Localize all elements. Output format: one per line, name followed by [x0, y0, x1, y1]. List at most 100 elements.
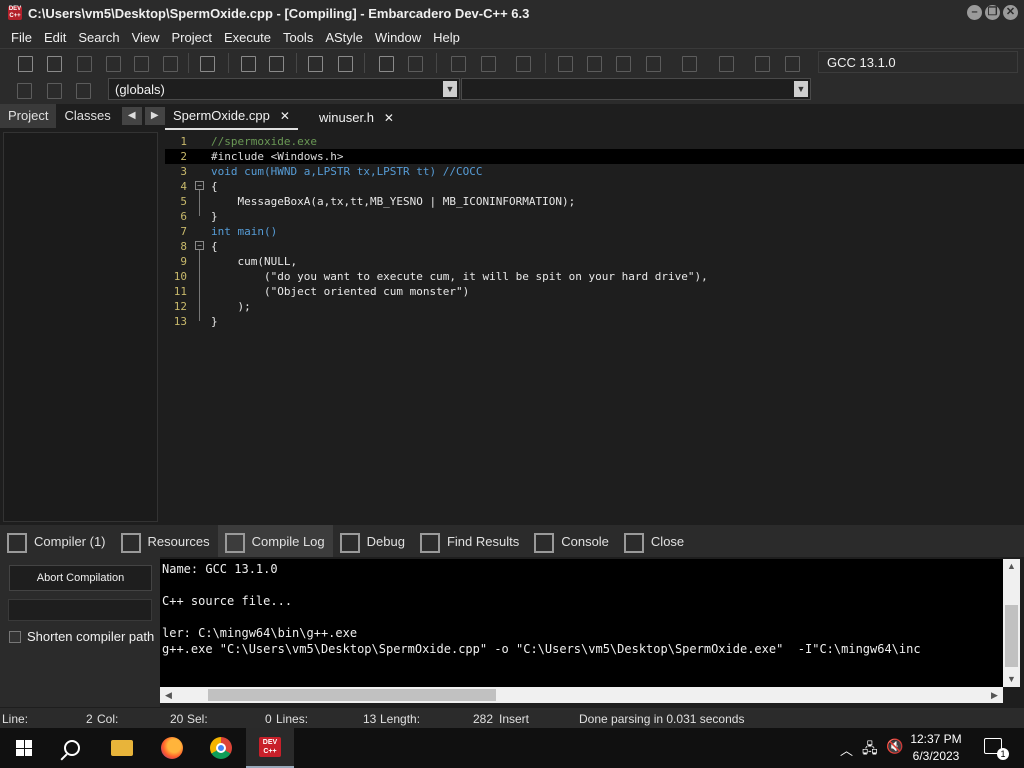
status-sel-value: 0 [265, 712, 272, 726]
start-button[interactable] [0, 728, 48, 768]
firefox-button[interactable] [148, 728, 196, 768]
project-tree[interactable] [3, 132, 158, 522]
redo-icon[interactable] [405, 54, 425, 72]
menu-execute[interactable]: Execute [218, 30, 277, 45]
chevron-up-icon[interactable]: ︿ [840, 740, 853, 759]
close-all-icon[interactable] [160, 54, 180, 72]
open-file-icon[interactable] [44, 54, 64, 72]
print-icon[interactable] [197, 54, 217, 72]
new-project-icon[interactable] [448, 54, 468, 72]
minimize-button[interactable]: – [967, 5, 982, 20]
fold-toggle-icon[interactable]: − [195, 241, 204, 250]
project-options-icon[interactable] [513, 54, 533, 72]
scroll-down-icon[interactable]: ▼ [1003, 672, 1020, 687]
tab-find-results[interactable]: Find Results [413, 525, 527, 557]
tab-debug[interactable]: Debug [333, 525, 413, 557]
remove-from-project-icon[interactable] [478, 54, 498, 72]
stop-execution-icon[interactable] [716, 54, 736, 72]
save-all-icon[interactable] [103, 54, 123, 72]
tab-project[interactable]: Project [0, 104, 57, 128]
replace-icon[interactable] [266, 54, 286, 72]
toggle-comment-icon[interactable] [335, 54, 355, 72]
code-line: 7 int main() [165, 224, 1024, 239]
devcpp-taskbar-button[interactable]: DEV C++ [246, 728, 294, 768]
log-vertical-scrollbar[interactable]: ▲ ▼ [1003, 559, 1020, 687]
undo-icon[interactable] [376, 54, 396, 72]
compile-progress-bar [8, 599, 152, 621]
check-icon [337, 530, 361, 553]
scrollbar-thumb[interactable] [208, 689, 496, 701]
tab-resources[interactable]: Resources [114, 525, 218, 557]
close-tab-icon[interactable]: ✕ [280, 109, 290, 123]
menu-file[interactable]: File [5, 30, 38, 45]
tab-winuser-h[interactable]: winuser.h ✕ [311, 106, 402, 132]
restore-button[interactable]: ❐ [985, 5, 1000, 20]
menu-search[interactable]: Search [72, 30, 125, 45]
compile-run-icon[interactable] [613, 54, 633, 72]
menu-view[interactable]: View [126, 30, 166, 45]
status-lines-label: Lines: [276, 712, 309, 726]
scroll-right-icon[interactable]: ▶ [986, 687, 1003, 703]
chevron-down-icon[interactable]: ▼ [794, 81, 808, 97]
close-file-icon[interactable] [131, 54, 151, 72]
find-icon[interactable] [238, 54, 258, 72]
tab-classes[interactable]: Classes [56, 104, 118, 128]
chevron-down-icon[interactable]: ▼ [443, 81, 457, 97]
status-mode: Insert [499, 712, 530, 726]
menu-window[interactable]: Window [369, 30, 427, 45]
tab-close[interactable]: Close [617, 525, 692, 557]
tab-compile-log[interactable]: Compile Log [217, 525, 333, 557]
network-icon[interactable]: 🖧 [862, 738, 878, 762]
code-line: 1 //spermoxide.exe [165, 134, 1024, 149]
checkbox-icon[interactable] [9, 630, 21, 643]
new-file-icon[interactable] [15, 54, 35, 72]
member-combo[interactable]: ▼ [461, 78, 811, 100]
compile-log-output[interactable]: Name: GCC 13.1.0 C++ source file... ler:… [160, 559, 1003, 687]
scope-combo[interactable]: (globals) ▼ [108, 78, 460, 100]
delete-profile-icon[interactable] [782, 54, 802, 72]
notification-count-badge: 1 [997, 748, 1009, 760]
goto-declaration-icon[interactable] [14, 81, 34, 99]
tab-console[interactable]: Console [527, 525, 617, 557]
log-horizontal-scrollbar[interactable]: ◀ ▶ [160, 687, 1003, 703]
compiler-select[interactable]: GCC 13.1.0 [818, 51, 1018, 73]
menu-help[interactable]: Help [427, 30, 466, 45]
chevron-left-icon[interactable]: ◀ [121, 107, 142, 125]
bookmark-icon[interactable] [44, 81, 64, 99]
tab-compiler[interactable]: Compiler (1) [0, 525, 114, 557]
syntax-check-icon[interactable] [679, 54, 699, 72]
bookmarks-list-icon[interactable] [73, 81, 93, 99]
scroll-up-icon[interactable]: ▲ [1003, 559, 1020, 574]
search-button[interactable] [48, 728, 96, 768]
log-line: C++ source file... [162, 594, 293, 608]
profile-icon[interactable] [752, 54, 772, 72]
fold-toggle-icon[interactable]: − [195, 181, 204, 190]
rebuild-all-icon[interactable] [643, 54, 663, 72]
menu-edit[interactable]: Edit [38, 30, 72, 45]
find-icon [417, 530, 441, 553]
toolbar-separator [436, 53, 437, 73]
chevron-right-icon[interactable]: ▶ [144, 107, 165, 125]
status-sel-label: Sel: [187, 712, 208, 726]
close-window-button[interactable]: ✕ [1003, 5, 1018, 20]
run-icon[interactable] [584, 54, 604, 72]
console-icon [531, 530, 555, 553]
save-icon[interactable] [74, 54, 94, 72]
compile-icon[interactable] [555, 54, 575, 72]
scrollbar-thumb[interactable] [1005, 605, 1018, 667]
file-explorer-button[interactable] [98, 728, 146, 768]
chrome-button[interactable] [197, 728, 245, 768]
volume-muted-icon[interactable]: 🔇 [886, 738, 903, 755]
taskbar-clock[interactable]: 12:37 PM 6/3/2023 [904, 731, 968, 765]
shorten-compiler-path-checkbox[interactable]: Shorten compiler path [9, 629, 154, 644]
close-tab-icon[interactable]: ✕ [384, 111, 394, 125]
status-lines-value: 13 [363, 712, 377, 726]
menu-project[interactable]: Project [166, 30, 218, 45]
indent-icon[interactable] [305, 54, 325, 72]
scroll-left-icon[interactable]: ◀ [160, 687, 177, 703]
menu-astyle[interactable]: AStyle [319, 30, 369, 45]
abort-compilation-button[interactable]: Abort Compilation [9, 565, 152, 591]
code-editor[interactable]: 1 //spermoxide.exe 2 #include <Windows.h… [165, 130, 1024, 525]
menu-tools[interactable]: Tools [277, 30, 319, 45]
tab-spermoxide-cpp[interactable]: SpermOxide.cpp ✕ [165, 104, 298, 130]
